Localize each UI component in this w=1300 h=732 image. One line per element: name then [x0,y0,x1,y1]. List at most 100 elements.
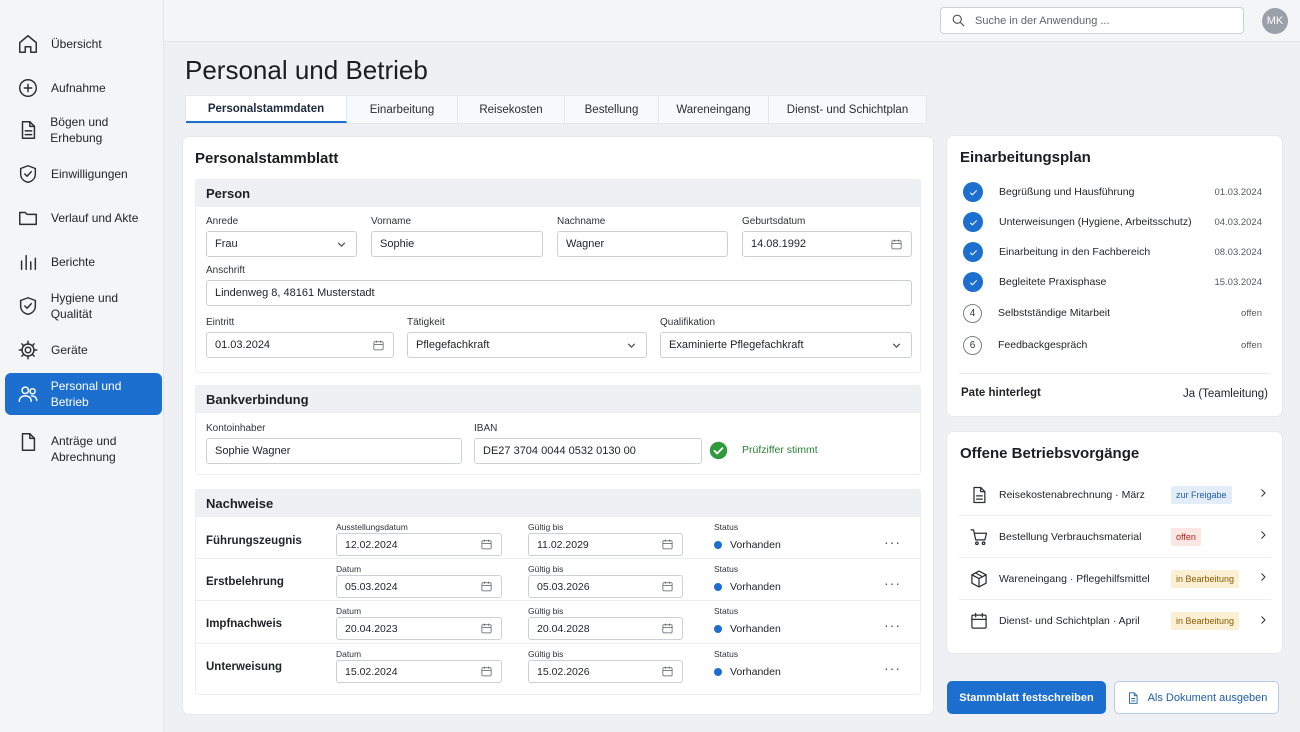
sidebar-item-verlauf[interactable]: Verlauf und Akte [5,197,162,239]
anschrift-value: Lindenweg 8, 48161 Musterstadt [215,287,375,299]
list-item[interactable]: Wareneingang · Pflegehilfsmittel in Bear… [959,558,1271,600]
sidebar-item-hygiene[interactable]: Hygiene und Qualität [5,285,162,327]
calendar-icon[interactable] [480,580,493,593]
tab-dienstplan[interactable]: Dienst- und Schichtplan [769,96,926,123]
sidebar-item-einwilligungen[interactable]: Einwilligungen [5,153,162,195]
sidebar-item-personal[interactable]: Personal und Betrieb [5,373,162,415]
nachname-value: Wagner [566,238,605,250]
sidebar-item-label: Verlauf und Akte [51,211,139,225]
nachweise-section: Nachweise Führungszeugnis Ausstellungsda… [195,489,921,695]
calendar-icon[interactable] [661,580,674,593]
valid-until-field[interactable]: 15.02.2026 [528,660,683,683]
button-label: Als Dokument ausgeben [1147,691,1268,704]
box-icon [959,569,999,589]
step-date: 04.03.2024 [1214,217,1262,228]
vorname-value: Sophie [380,238,415,250]
tab-wareneingang[interactable]: Wareneingang [659,96,769,123]
calendar-icon[interactable] [661,665,674,678]
top-bar: MK [164,0,1300,42]
valid-label: Gültig bis [528,606,564,616]
check-icon [963,272,983,292]
search-input[interactable] [975,14,1225,27]
valid-label: Gültig bis [528,522,564,532]
sidebar-item-aufnahme[interactable]: Aufnahme [5,67,162,109]
list-item: 6 Feedbackgespräch [963,334,1263,356]
calendar-icon[interactable] [661,622,674,635]
date-field[interactable]: 05.03.2024 [336,575,502,598]
calendar-icon[interactable] [661,538,674,551]
more-options-icon[interactable]: ··· [884,617,901,633]
list-item: 4 Selbstständige Mitarbeit [963,302,1263,324]
status-label: Status [714,649,739,659]
qualifikation-select[interactable]: Examinierte Pflegefachkraft [660,332,912,358]
date-field[interactable]: 20.04.2023 [336,617,502,640]
valid-value: 20.04.2028 [537,622,590,635]
chevron-right-icon [1257,487,1269,502]
calendar-icon[interactable] [480,665,493,678]
status-badge: Vorhanden [714,666,781,678]
sidebar-item-antraege[interactable]: Anträge und Abrechnung [5,427,162,473]
more-options-icon[interactable]: ··· [884,534,901,550]
geburtsdatum-field[interactable]: 14.08.1992 [742,231,912,257]
date-value: 15.02.2024 [345,665,398,678]
document-icon [5,119,50,141]
date-label: Datum [336,606,362,616]
list-item[interactable]: Reisekostenabrechnung · März zur Freigab… [959,474,1271,516]
anschrift-label: Anschrift [206,265,245,276]
valid-value: 15.02.2026 [537,665,590,678]
more-options-icon[interactable]: ··· [884,575,901,591]
sidebar-item-boegen[interactable]: Bögen und Erhebung [5,109,162,151]
vorname-field[interactable]: Sophie [371,231,543,257]
home-icon [5,33,51,55]
list-item[interactable]: Dienst- und Schichtplan · April in Bearb… [959,600,1271,642]
list-item[interactable]: Bestellung Verbrauchsmaterial offen [959,516,1271,558]
date-label: Datum [336,564,362,574]
date-field[interactable]: 15.02.2024 [336,660,502,683]
card-title: Einarbeitungsplan [960,149,1091,166]
anrede-select[interactable]: Frau [206,231,357,257]
valid-until-field[interactable]: 20.04.2028 [528,617,683,640]
als-dokument-ausgeben-button[interactable]: Als Dokument ausgeben [1114,681,1279,714]
calendar-icon[interactable] [480,622,493,635]
eintritt-field[interactable]: 01.03.2024 [206,332,394,358]
search-box[interactable] [940,7,1244,34]
sidebar-item-geraete[interactable]: Geräte [5,329,162,371]
tab-bestellung[interactable]: Bestellung [565,96,659,123]
item-text: Wareneingang · Pflegehilfsmittel [999,572,1150,585]
status-badge: in Bearbeitung [1171,612,1240,630]
nachname-field[interactable]: Wagner [557,231,728,257]
status-badge: offen [1171,527,1201,546]
step-text: Begrüßung und Hausführung [999,186,1135,198]
calendar-icon[interactable] [890,238,903,251]
calendar-icon[interactable] [372,339,385,352]
tab-einarbeitung[interactable]: Einarbeitung [347,96,458,123]
taetigkeit-select[interactable]: Pflegefachkraft [407,332,647,358]
more-options-icon[interactable]: ··· [884,660,901,676]
nachname-label: Nachname [557,216,606,227]
pate-value: Ja (Teamleitung) [1182,388,1268,400]
anschrift-field[interactable]: Lindenweg 8, 48161 Musterstadt [206,280,912,306]
valid-until-field[interactable]: 11.02.2029 [528,533,683,556]
cart-icon [959,527,999,547]
step-text: Unterweisungen (Hygiene, Arbeitsschutz) [999,216,1192,228]
valid-value: 11.02.2029 [537,538,589,551]
step-text: Selbstständige Mitarbeit [998,307,1111,319]
iban-field[interactable]: DE27 3704 0044 0532 0130 00 [474,438,702,464]
avatar[interactable]: MK [1262,8,1288,34]
divider [959,373,1270,374]
sidebar-item-uebersicht[interactable]: Übersicht [5,23,162,65]
tab-personalstammdaten[interactable]: Personalstammdaten [186,96,347,123]
tab-reisekosten[interactable]: Reisekosten [458,96,565,123]
date-field[interactable]: 12.02.2024 [336,533,502,556]
valid-value: 05.03.2026 [537,580,590,593]
chevron-right-icon [1257,614,1269,629]
status-value: Vorhanden [730,623,781,635]
bar-chart-icon [5,251,51,273]
step-date: 15.03.2024 [1214,277,1262,288]
valid-until-field[interactable]: 05.03.2026 [528,575,683,598]
sidebar-item-berichte[interactable]: Berichte [5,241,162,283]
calendar-icon[interactable] [480,538,493,551]
stammblatt-festschreiben-button[interactable]: Stammblatt festschreiben [947,681,1106,714]
kontoinhaber-field[interactable]: Sophie Wagner [206,438,462,464]
check-circle-icon [709,441,728,460]
